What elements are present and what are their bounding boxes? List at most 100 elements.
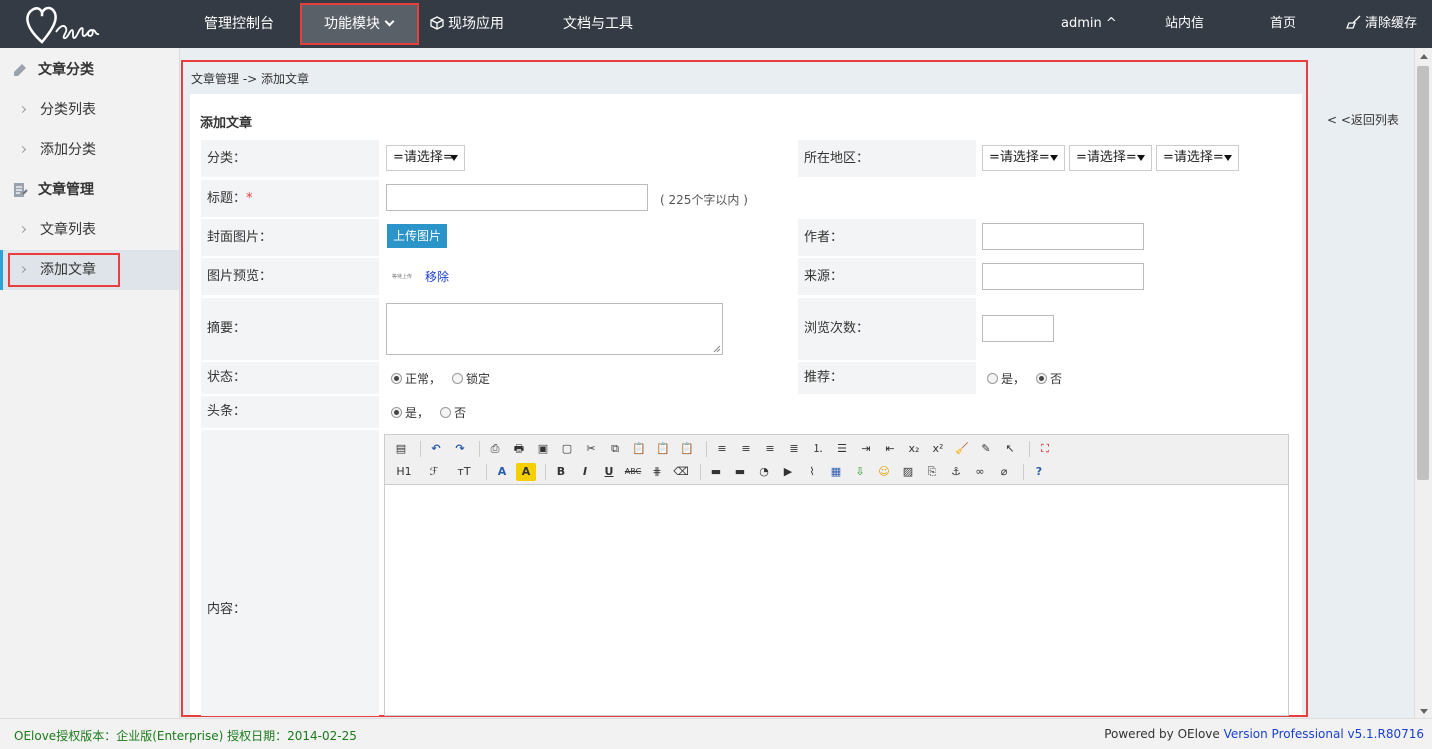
- nav-dashboard[interactable]: 管理控制台: [204, 0, 274, 48]
- category-select[interactable]: =请选择=: [386, 145, 465, 171]
- radio-label: 是，: [405, 406, 430, 420]
- unlink-icon[interactable]: ⌀: [994, 463, 1014, 481]
- align-right-icon[interactable]: ≡: [760, 440, 780, 458]
- source-input[interactable]: [982, 263, 1144, 290]
- headline-yes-radio[interactable]: 是，: [391, 404, 429, 421]
- messages-link[interactable]: 站内信: [1165, 0, 1204, 48]
- fullscreen-icon[interactable]: ⛶: [1035, 440, 1055, 458]
- author-input[interactable]: [982, 223, 1144, 250]
- insert-map-icon[interactable]: ▨: [898, 463, 918, 481]
- pointer-icon[interactable]: ↖: [1000, 440, 1020, 458]
- paste-icon[interactable]: 📋: [629, 440, 649, 458]
- nav-modules[interactable]: 功能模块: [300, 3, 419, 45]
- back-to-list-link[interactable]: < <返回列表: [1327, 111, 1399, 128]
- preview-icon[interactable]: ⎙: [485, 440, 505, 458]
- clear-cache-link[interactable]: 清除缓存: [1346, 0, 1417, 48]
- insert-hr-icon[interactable]: ⇩: [850, 463, 870, 481]
- help-icon[interactable]: ?: [1029, 463, 1049, 481]
- insert-flash-icon[interactable]: ◔: [754, 463, 774, 481]
- unordered-list-icon[interactable]: ☰: [832, 440, 852, 458]
- bold-icon[interactable]: B: [551, 463, 571, 481]
- headline-no-radio[interactable]: 否: [440, 404, 466, 421]
- cut-icon[interactable]: ✂: [581, 440, 601, 458]
- font-color-icon[interactable]: A: [492, 463, 512, 481]
- upload-image-button[interactable]: 上传图片: [387, 224, 448, 248]
- paste-word-icon[interactable]: 📋: [677, 440, 697, 458]
- region-select-city[interactable]: =请选择=: [1069, 145, 1152, 171]
- align-center-icon[interactable]: ≡: [736, 440, 756, 458]
- template-icon[interactable]: ▣: [533, 440, 553, 458]
- table-grid-icon[interactable]: ⋕: [647, 463, 667, 481]
- region-select-district[interactable]: =请选择=: [1156, 145, 1239, 171]
- sidebar-item-article-list[interactable]: 文章列表: [0, 210, 179, 250]
- code-icon[interactable]: ▢: [557, 440, 577, 458]
- align-left-icon[interactable]: ≡: [712, 440, 732, 458]
- powered-by: Powered by OElove Version Professional v…: [1104, 727, 1424, 741]
- title-input[interactable]: [386, 184, 648, 211]
- version-link[interactable]: Version Professional v5.1.R80716: [1224, 727, 1424, 741]
- insert-media-icon[interactable]: ▶: [778, 463, 798, 481]
- page-break-icon[interactable]: ⎘: [922, 463, 942, 481]
- logo[interactable]: [22, 2, 132, 46]
- copy-icon[interactable]: ⧉: [605, 440, 625, 458]
- highlight-color-icon[interactable]: A: [516, 463, 536, 481]
- paste-text-icon[interactable]: 📋: [653, 440, 673, 458]
- eraser-icon[interactable]: ⌫: [671, 463, 691, 481]
- sidebar-group-categories[interactable]: 文章分类: [0, 50, 179, 90]
- insert-table-icon[interactable]: ▦: [826, 463, 846, 481]
- font-family-dropdown[interactable]: ℱ: [421, 463, 447, 481]
- source-icon[interactable]: ▤: [391, 440, 411, 458]
- ordered-list-icon[interactable]: ⒈: [808, 440, 828, 458]
- resize-handle-icon[interactable]: [713, 345, 721, 353]
- cube-icon: [430, 16, 444, 30]
- anchor-icon[interactable]: ⚓: [946, 463, 966, 481]
- user-menu[interactable]: admin ^: [1061, 0, 1117, 48]
- sidebar-group-articles[interactable]: 文章管理: [0, 170, 179, 210]
- emoticon-icon[interactable]: ☺: [874, 463, 894, 481]
- select-all-icon[interactable]: ✎: [976, 440, 996, 458]
- nav-docs[interactable]: 文档与工具: [563, 0, 633, 48]
- sidebar-item-category-list[interactable]: 分类列表: [0, 90, 179, 130]
- undo-icon[interactable]: ↶: [426, 440, 446, 458]
- sidebar-item-add-article[interactable]: 添加文章: [0, 250, 179, 290]
- insert-image-icon[interactable]: ▬: [706, 463, 726, 481]
- remove-image-link[interactable]: 移除: [425, 268, 449, 285]
- chevron-right-icon: [18, 105, 27, 114]
- redo-icon[interactable]: ↷: [450, 440, 470, 458]
- broom-icon: [1346, 15, 1361, 29]
- home-link[interactable]: 首页: [1270, 0, 1296, 48]
- font-size-dropdown[interactable]: тT: [451, 463, 477, 481]
- scroll-down-icon[interactable]: [1420, 709, 1428, 714]
- outdent-icon[interactable]: ⇤: [880, 440, 900, 458]
- summary-textarea[interactable]: [386, 303, 723, 355]
- views-input[interactable]: [982, 315, 1054, 342]
- insert-multi-image-icon[interactable]: ▬: [730, 463, 750, 481]
- clear-format-icon[interactable]: 🧹: [952, 440, 972, 458]
- recommend-yes-radio[interactable]: 是，: [987, 370, 1025, 387]
- link-icon[interactable]: ∞: [970, 463, 990, 481]
- breadcrumb: 文章管理 -> 添加文章: [191, 72, 310, 86]
- subscript-icon[interactable]: x₂: [904, 440, 924, 458]
- scroll-up-icon[interactable]: [1420, 54, 1428, 59]
- underline-icon[interactable]: U: [599, 463, 619, 481]
- superscript-icon[interactable]: x²: [928, 440, 948, 458]
- region-select-province[interactable]: =请选择=: [982, 145, 1065, 171]
- scrollbar-thumb[interactable]: [1417, 66, 1429, 480]
- heading-dropdown[interactable]: H1: [391, 463, 417, 481]
- strikethrough-icon[interactable]: ABC: [623, 463, 643, 481]
- region-select-value: =请选择=: [989, 150, 1050, 165]
- sidebar-item-add-category[interactable]: 添加分类: [0, 130, 179, 170]
- toolbar-separator: [700, 464, 701, 480]
- align-justify-icon[interactable]: ≣: [784, 440, 804, 458]
- document-edit-icon: [14, 183, 28, 197]
- italic-icon[interactable]: I: [575, 463, 595, 481]
- indent-icon[interactable]: ⇥: [856, 440, 876, 458]
- editor-content-area[interactable]: [385, 485, 1288, 715]
- recommend-no-radio[interactable]: 否: [1036, 370, 1062, 387]
- page-scrollbar[interactable]: [1414, 48, 1432, 718]
- status-normal-radio[interactable]: 正常，: [391, 370, 441, 387]
- nav-onsite[interactable]: 现场应用: [430, 0, 504, 48]
- status-locked-radio[interactable]: 锁定: [452, 370, 490, 387]
- attachment-icon[interactable]: ⌇: [802, 463, 822, 481]
- print-icon[interactable]: 🖶: [509, 440, 529, 458]
